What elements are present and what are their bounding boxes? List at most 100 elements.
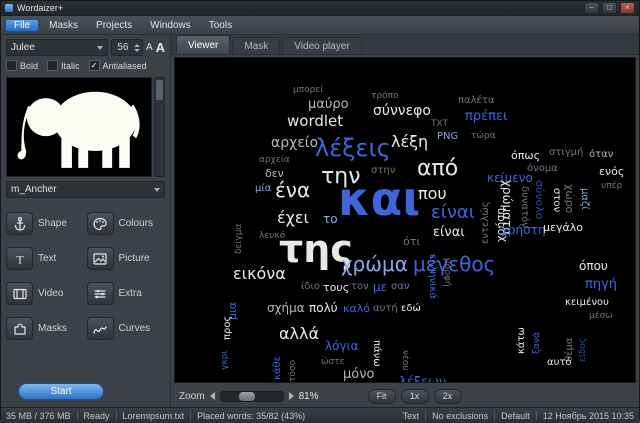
cloud-word: από xyxy=(417,158,458,180)
mask-select-value: m_Ancher xyxy=(11,184,57,195)
bold-checkbox[interactable]: Bold xyxy=(6,60,38,71)
checkmark-icon[interactable]: ✓ xyxy=(89,60,100,71)
cloud-word: είναι xyxy=(431,204,475,222)
cloud-word: λόγια xyxy=(325,340,359,352)
font-smaller-button[interactable]: A xyxy=(146,43,153,53)
extra-tool: Extra xyxy=(87,282,166,305)
cloud-word: είδος xyxy=(579,338,588,362)
app-icon xyxy=(5,4,13,12)
picture-tool: Picture xyxy=(87,247,166,270)
zoom-slider[interactable] xyxy=(220,391,284,402)
word-cloud[interactable]: μπορείμαύροτρόποσύννεφοπαλέταπρέπειwordl… xyxy=(174,57,636,383)
font-family-select[interactable]: Julee xyxy=(6,39,108,56)
memory-usage: 35 MB / 376 MB xyxy=(6,411,71,421)
cloud-word: μεγάλο xyxy=(543,222,583,233)
zoom-label: Zoom xyxy=(179,391,205,402)
sliders-icon xyxy=(92,286,108,302)
zoom-out-arrow-icon[interactable] xyxy=(210,392,215,400)
font-larger-button[interactable]: A xyxy=(156,41,165,54)
menu-tools[interactable]: Tools xyxy=(201,19,240,32)
scrollbar-thumb[interactable] xyxy=(156,80,163,100)
cloud-word: ώστε xyxy=(321,358,345,367)
fit-button[interactable]: Fit xyxy=(368,389,396,404)
start-button[interactable]: Start xyxy=(18,383,104,400)
cloud-word: όνομα xyxy=(527,164,558,174)
menu-windows[interactable]: Windows xyxy=(142,19,199,32)
chevron-down-icon xyxy=(154,188,160,192)
divider xyxy=(425,411,426,420)
arrow-down-icon[interactable] xyxy=(134,49,140,52)
text-icon: T xyxy=(12,251,28,267)
puzzle-icon xyxy=(12,321,28,337)
font-family-value: Julee xyxy=(11,42,35,53)
cloud-word: πρέπει xyxy=(465,110,507,123)
cloud-word: που xyxy=(418,186,447,202)
tool-label: Curves xyxy=(119,323,151,334)
tab-mask[interactable]: Mask xyxy=(232,37,280,54)
zoom-in-arrow-icon[interactable] xyxy=(289,392,294,400)
bold-label: Bold xyxy=(20,61,38,71)
cloud-word: μέσω xyxy=(589,312,613,321)
cloud-word: εικόνα xyxy=(233,266,286,282)
extra-tool-button[interactable] xyxy=(87,282,114,305)
cloud-word: λέξεων xyxy=(399,376,446,383)
antialiased-checkbox[interactable]: ✓ Antialiased xyxy=(89,60,147,71)
text-tool-button[interactable]: T xyxy=(6,247,33,270)
placed-words: Placed words: 35/82 (43%) xyxy=(197,411,305,421)
cloud-word: ενός xyxy=(599,166,624,177)
shape-tool-button[interactable] xyxy=(6,212,33,235)
close-icon[interactable]: × xyxy=(620,2,635,14)
font-row: Julee 56 A A xyxy=(6,38,165,57)
menu-projects[interactable]: Projects xyxy=(88,19,140,32)
curve-icon xyxy=(92,321,108,337)
preview-scrollbar[interactable] xyxy=(154,77,165,177)
shape-tool: Shape xyxy=(6,212,85,235)
zoom-2x-button[interactable]: 2x xyxy=(434,389,462,404)
exclusions: No exclusions xyxy=(432,411,488,421)
mask-select[interactable]: m_Ancher xyxy=(6,181,165,198)
menu-masks[interactable]: Masks xyxy=(41,19,86,32)
antialiased-label: Antialiased xyxy=(103,61,147,71)
canvas-wrap: μπορείμαύροτρόποσύννεφοπαλέταπρέπειwordl… xyxy=(171,55,639,385)
video-tool-button[interactable] xyxy=(6,282,33,305)
cloud-word: όπου xyxy=(579,260,608,272)
cloud-word: χώρο xyxy=(564,184,575,213)
cloud-word: PNG xyxy=(437,132,458,142)
colours-tool-button[interactable] xyxy=(87,212,114,235)
cloud-word: ένα xyxy=(275,180,310,200)
maximize-icon[interactable]: □ xyxy=(602,2,617,14)
zoom-row: Zoom 81% Fit 1x 2x xyxy=(171,385,639,407)
mask-preview[interactable] xyxy=(6,77,152,177)
stepper-arrows[interactable] xyxy=(134,44,142,52)
menu-file[interactable]: File xyxy=(5,19,39,32)
cloud-word: είναι xyxy=(433,226,465,239)
divider xyxy=(116,411,117,420)
cloud-word: πάνω xyxy=(371,340,381,367)
cloud-word: αλλά xyxy=(279,326,319,342)
masks-tool-button[interactable] xyxy=(6,317,33,340)
tab-video-player[interactable]: Video player xyxy=(282,37,361,54)
cloud-word: με xyxy=(373,281,387,293)
minimize-icon[interactable]: – xyxy=(584,2,599,14)
datetime: 12 Ноябрь 2015 10:35 xyxy=(543,411,634,421)
italic-checkbox[interactable]: Italic xyxy=(47,60,80,71)
cloud-word: προς xyxy=(223,316,233,340)
checkbox-icon[interactable] xyxy=(47,60,58,71)
divider xyxy=(494,411,495,420)
window-controls: – □ × xyxy=(584,2,635,14)
tool-label: Picture xyxy=(119,253,150,264)
curves-tool-button[interactable] xyxy=(87,317,114,340)
video-tool: Video xyxy=(6,282,85,305)
checkbox-icon[interactable] xyxy=(6,60,17,71)
arrow-up-icon[interactable] xyxy=(134,44,140,47)
style-checkboxes: Bold Italic ✓ Antialiased xyxy=(6,57,165,74)
zoom-slider-thumb[interactable] xyxy=(239,392,255,401)
cloud-word: ξανά xyxy=(533,332,542,354)
tab-viewer[interactable]: Viewer xyxy=(176,35,230,54)
picture-tool-button[interactable] xyxy=(87,247,114,270)
zoom-1x-button[interactable]: 1x xyxy=(401,389,429,404)
cloud-word: μαύρο xyxy=(308,98,349,111)
cloud-word: πολύ xyxy=(309,302,338,314)
font-size-stepper[interactable]: 56 xyxy=(111,39,143,56)
cloud-word: όταν xyxy=(589,150,613,160)
